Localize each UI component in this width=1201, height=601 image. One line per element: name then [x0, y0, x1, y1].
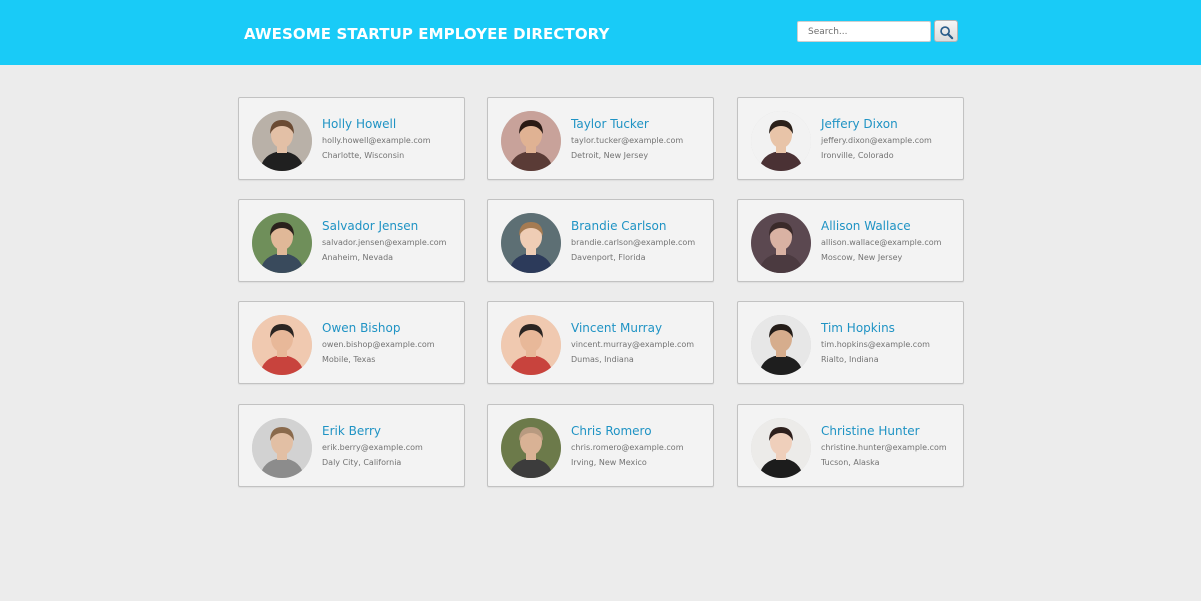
employee-location: Rialto, Indiana	[821, 355, 879, 364]
employee-avatar	[751, 418, 811, 478]
employee-avatar	[252, 111, 312, 171]
search-input[interactable]	[797, 21, 931, 42]
employee-email: christine.hunter@example.com	[821, 443, 947, 452]
employee-email: owen.bishop@example.com	[322, 340, 435, 349]
employee-card[interactable]: Chris Romero chris.romero@example.com Irvi…	[487, 404, 714, 487]
employee-name: Vincent Murray	[571, 321, 663, 335]
employee-email: brandie.carlson@example.com	[571, 238, 696, 247]
employee-card[interactable]: Holly Howell holly.howell@example.com Char…	[238, 97, 465, 180]
page-title: AWESOME STARTUP EMPLOYEE DIRECTORY	[244, 25, 610, 43]
employee-location: Detroit, New Jersey	[571, 151, 649, 160]
employee-card[interactable]: Taylor Tucker taylor.tucker@example.com De…	[487, 97, 714, 180]
employee-card[interactable]: Salvador Jensen salvador.jensen@example.c…	[238, 199, 465, 282]
employee-name: Tim Hopkins	[821, 321, 895, 335]
employee-email: taylor.tucker@example.com	[571, 136, 684, 145]
employee-location: Mobile, Texas	[322, 355, 376, 364]
employee-location: Moscow, New Jersey	[821, 253, 903, 262]
employee-card[interactable]: Allison Wallace allison.wallace@example.c…	[737, 199, 964, 282]
employee-email: allison.wallace@example.com	[821, 238, 942, 247]
employee-email: tim.hopkins@example.com	[821, 340, 930, 349]
employee-avatar	[751, 315, 811, 375]
employee-avatar	[501, 111, 561, 171]
employee-avatar	[252, 418, 312, 478]
employee-name: Salvador Jensen	[322, 219, 419, 233]
employee-name: Owen Bishop	[322, 321, 401, 335]
employee-avatar	[501, 213, 561, 273]
employee-email: chris.romero@example.com	[571, 443, 684, 452]
employee-location: Anaheim, Nevada	[322, 253, 394, 262]
employee-avatar	[751, 213, 811, 273]
employee-name: Jeffery Dixon	[821, 117, 898, 131]
employee-name: Holly Howell	[322, 117, 397, 131]
employee-card[interactable]: Vincent Murray vincent.murray@example.com…	[487, 301, 714, 384]
employee-location: Daly City, California	[322, 458, 402, 467]
employee-location: Irving, New Mexico	[571, 458, 647, 467]
employee-avatar	[751, 111, 811, 171]
employee-name: Brandie Carlson	[571, 219, 667, 233]
employee-location: Ironville, Colorado	[821, 151, 894, 160]
employee-avatar	[501, 315, 561, 375]
employee-name: Erik Berry	[322, 424, 381, 438]
employee-card[interactable]: Christine Hunter christine.hunter@example…	[737, 404, 964, 487]
employee-location: Charlotte, Wisconsin	[322, 151, 405, 160]
employee-email: vincent.murray@example.com	[571, 340, 695, 349]
employee-email: jeffery.dixon@example.com	[821, 136, 932, 145]
employee-name: Allison Wallace	[821, 219, 911, 233]
employee-card[interactable]: Jeffery Dixon jeffery.dixon@example.com Ir…	[737, 97, 964, 180]
employee-name: Christine Hunter	[821, 424, 920, 438]
employee-avatar	[252, 315, 312, 375]
employee-avatar	[252, 213, 312, 273]
employee-avatar	[501, 418, 561, 478]
employee-email: erik.berry@example.com	[322, 443, 423, 452]
employee-location: Davenport, Florida	[571, 253, 646, 262]
employee-email: holly.howell@example.com	[322, 136, 431, 145]
employee-card[interactable]: Erik Berry erik.berry@example.com Daly Cit…	[238, 404, 465, 487]
employee-name: Taylor Tucker	[571, 117, 649, 131]
search-button[interactable]	[934, 20, 958, 42]
employee-email: salvador.jensen@example.com	[322, 238, 447, 247]
employee-location: Dumas, Indiana	[571, 355, 634, 364]
employee-card[interactable]: Tim Hopkins tim.hopkins@example.com Rialto…	[737, 301, 964, 384]
page-header: AWESOME STARTUP EMPLOYEE DIRECTORY	[0, 0, 1201, 65]
employee-name: Chris Romero	[571, 424, 652, 438]
employee-location: Tucson, Alaska	[821, 458, 880, 467]
employee-card[interactable]: Brandie Carlson brandie.carlson@example.c…	[487, 199, 714, 282]
employee-card[interactable]: Owen Bishop owen.bishop@example.com Mobile…	[238, 301, 465, 384]
search-icon	[939, 25, 953, 39]
